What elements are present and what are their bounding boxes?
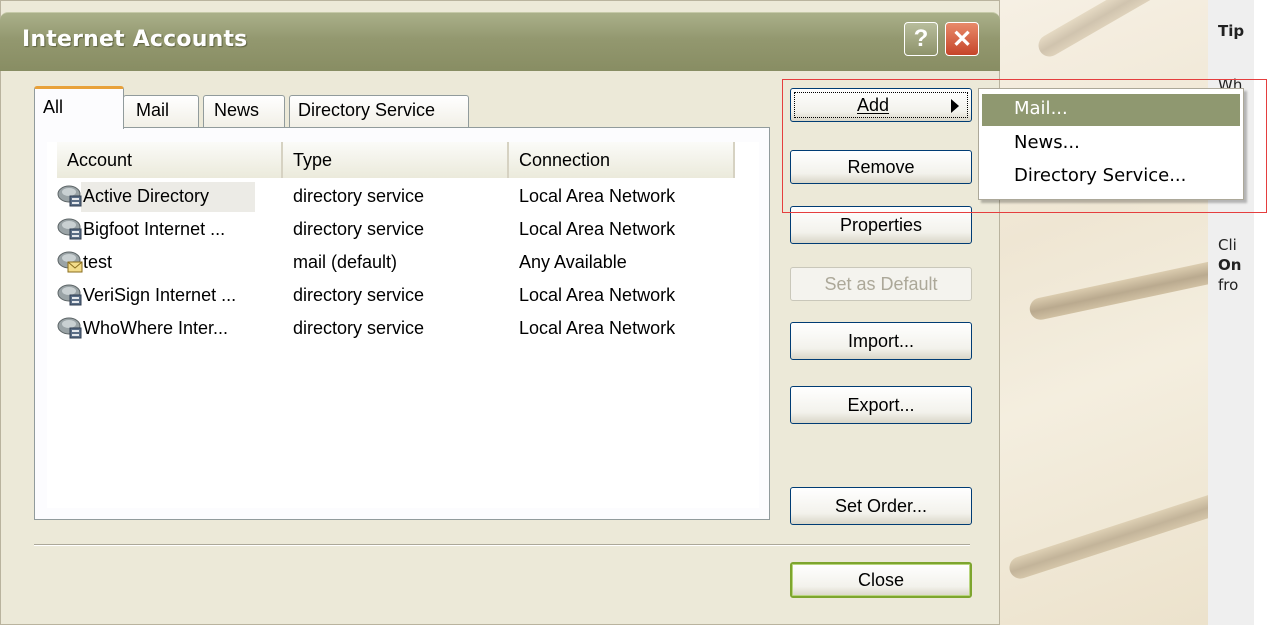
account-name: Active Directory	[83, 186, 210, 206]
account-name: WhoWhere Inter...	[83, 318, 229, 338]
account-connection: Local Area Network	[519, 186, 676, 206]
column-header-connection[interactable]: Connection	[509, 142, 735, 178]
account-type: mail (default)	[293, 252, 398, 272]
accounts-list[interactable]: Account Type Connection Active Directory…	[47, 142, 759, 508]
tab-all[interactable]: All	[34, 86, 124, 129]
tab-mail[interactable]: Mail	[123, 95, 199, 128]
list-item[interactable]: WhoWhere Inter... directory service Loca…	[47, 314, 759, 346]
set-order-button[interactable]: Set Order...	[790, 487, 972, 525]
focus-rectangle	[794, 92, 968, 118]
list-item[interactable]: Active Directory directory service Local…	[47, 182, 759, 214]
list-header: Account Type Connection	[47, 142, 759, 180]
add-button[interactable]: Add	[790, 88, 972, 122]
title-bar[interactable]: Internet Accounts ? ✕	[0, 12, 1000, 71]
export-button[interactable]: Export...	[790, 386, 972, 424]
account-name: VeriSign Internet ...	[83, 285, 237, 305]
set-as-default-button[interactable]: Set as Default	[790, 267, 972, 301]
menu-item-mail[interactable]: Mail...	[982, 94, 1240, 126]
remove-button[interactable]: Remove	[790, 150, 972, 184]
pen-illustration	[1027, 246, 1208, 322]
close-icon: ✕	[951, 25, 973, 53]
account-connection: Local Area Network	[519, 285, 676, 305]
tips-title: Tip	[1218, 22, 1245, 40]
close-window-button[interactable]: ✕	[945, 22, 979, 56]
window-title: Internet Accounts	[22, 27, 248, 52]
directory-service-icon	[57, 284, 82, 306]
tab-news[interactable]: News	[203, 95, 285, 128]
account-name: Bigfoot Internet ...	[83, 219, 226, 239]
page-edge	[1254, 0, 1268, 625]
internet-accounts-dialog: Internet Accounts ? ✕ All Mail News Dire…	[0, 0, 1000, 625]
account-connection: Local Area Network	[519, 318, 676, 338]
column-header-type[interactable]: Type	[283, 142, 509, 178]
help-button[interactable]: ?	[904, 22, 938, 56]
tab-directory-service[interactable]: Directory Service	[289, 95, 469, 128]
pen-illustration	[1034, 0, 1208, 61]
account-type: directory service	[293, 318, 425, 338]
help-icon: ?	[913, 25, 929, 52]
menu-item-news[interactable]: News...	[982, 128, 1240, 160]
close-button[interactable]: Close	[790, 562, 972, 598]
add-submenu: Mail... News... Directory Service...	[978, 88, 1244, 200]
account-type: directory service	[293, 285, 425, 305]
mail-account-icon	[57, 251, 83, 273]
submenu-arrow-icon	[951, 99, 959, 113]
list-item[interactable]: Bigfoot Internet ... directory service L…	[47, 215, 759, 247]
account-connection: Any Available	[519, 252, 627, 272]
account-connection: Local Area Network	[519, 219, 676, 239]
list-item[interactable]: VeriSign Internet ... directory service …	[47, 281, 759, 313]
tips-text: fro	[1218, 276, 1239, 294]
tab-panel-all: Account Type Connection Active Directory…	[34, 127, 770, 520]
glasses-illustration	[1006, 486, 1208, 582]
tips-text: Cli	[1218, 236, 1237, 254]
directory-service-icon	[57, 218, 82, 240]
divider	[34, 544, 970, 546]
account-type: directory service	[293, 186, 425, 206]
directory-service-icon	[57, 317, 82, 339]
list-item[interactable]: test mail (default) Any Available	[47, 248, 759, 280]
column-header-account[interactable]: Account	[57, 142, 283, 178]
menu-item-directory-service[interactable]: Directory Service...	[982, 161, 1240, 193]
account-type: directory service	[293, 219, 425, 239]
properties-button[interactable]: Properties	[790, 206, 972, 244]
directory-service-icon	[57, 185, 82, 207]
import-button[interactable]: Import...	[790, 322, 972, 360]
account-name: test	[83, 252, 113, 272]
tips-text: On	[1218, 256, 1242, 274]
